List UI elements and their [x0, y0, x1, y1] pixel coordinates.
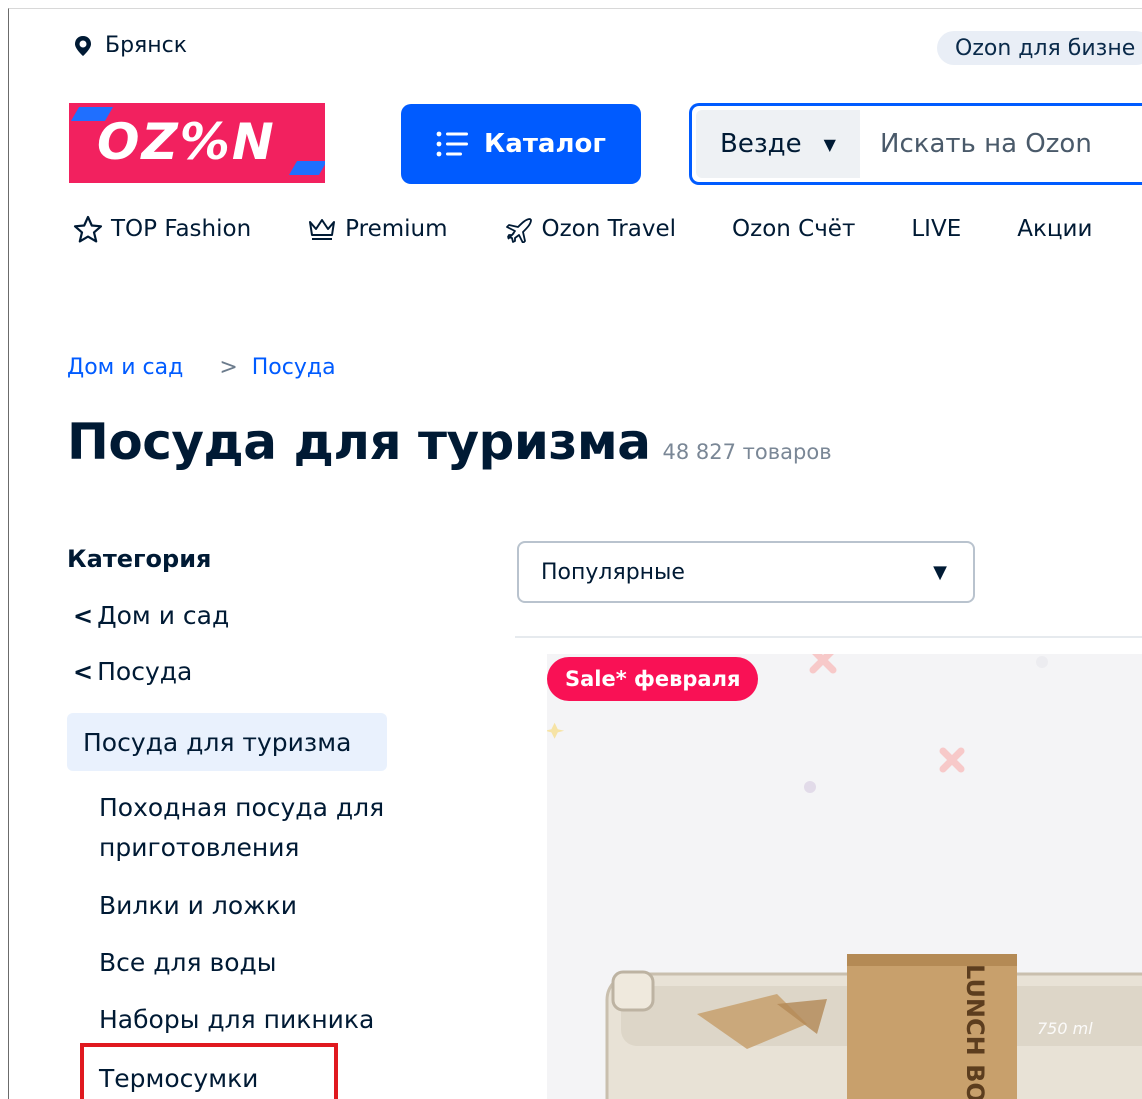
catalog-label: Каталог	[484, 129, 606, 159]
chevron-left-icon: <	[73, 601, 94, 630]
subcategory-water[interactable]: Все для воды	[99, 943, 277, 983]
nav-item-ozon-account[interactable]: Ozon Счёт	[732, 216, 855, 242]
search-scope-select[interactable]: Везде ▼	[696, 110, 860, 178]
lunch-box: LUNCH BOX 750 ml	[605, 954, 1142, 1099]
breadcrumb-dishes[interactable]: Посуда	[252, 355, 336, 380]
sort-selected-label: Популярные	[541, 559, 685, 585]
subcategory-cooking-gear[interactable]: Походная посуда для приготовления	[99, 788, 419, 868]
top-nav: TOP Fashion Premium Ozon Travel Ozon Счё…	[73, 215, 1142, 243]
search-bar: Везде ▼	[689, 103, 1142, 185]
search-input[interactable]	[860, 106, 1142, 182]
plane-icon	[505, 218, 532, 243]
subcategory-forks-spoons[interactable]: Вилки и ложки	[99, 886, 297, 926]
city-selector[interactable]: Брянск	[73, 33, 187, 58]
divider	[515, 636, 1142, 638]
nav-item-ozon-travel[interactable]: Ozon Travel	[504, 215, 676, 243]
crown-icon	[309, 219, 336, 240]
catalog-button[interactable]: Каталог	[401, 104, 641, 184]
search-scope-label: Везде	[720, 129, 802, 159]
chevron-right-icon: >	[219, 355, 238, 380]
product-count: 48 827 товаров	[662, 440, 832, 464]
active-category[interactable]: Посуда для туризма	[67, 713, 387, 771]
chevron-down-icon: ▼	[933, 561, 947, 583]
chevron-left-icon: <	[73, 657, 94, 686]
nav-item-live[interactable]: LIVE	[911, 216, 961, 242]
ozon-logo[interactable]: OZ%N	[69, 103, 325, 183]
breadcrumb-home-garden[interactable]: Дом и сад	[67, 355, 183, 380]
menu-list-icon	[436, 131, 469, 157]
product-photo: LUNCH BOX 750 ml	[547, 654, 1142, 1099]
sale-badge: Sale* февраля	[547, 657, 759, 701]
page-title-row: Посуда для туризма 48 827 товаров	[67, 413, 832, 471]
page-title: Посуда для туризма	[67, 413, 651, 471]
ozon-business-link[interactable]: Ozon для бизне	[937, 31, 1142, 65]
city-name: Брянск	[105, 33, 188, 58]
chevron-down-icon: ▼	[823, 134, 836, 154]
nav-item-premium[interactable]: Premium	[307, 216, 448, 242]
volume-label: 750 ml	[1037, 1019, 1093, 1038]
sort-select[interactable]: Популярные ▼	[517, 541, 975, 603]
star-icon	[73, 215, 103, 243]
nav-item-top-fashion[interactable]: TOP Fashion	[73, 215, 251, 243]
subcategory-picnic-sets[interactable]: Наборы для пикника	[99, 1000, 374, 1040]
browser-viewport: Брянск Ozon для бизне OZ%N Каталог Везде…	[8, 8, 1142, 1099]
product-image[interactable]: LUNCH BOX 750 ml	[547, 654, 1142, 1099]
nav-item-promotions[interactable]: Акции	[1017, 216, 1092, 242]
category-heading: Категория	[67, 545, 212, 573]
lunch-box-label: LUNCH BOX	[961, 964, 989, 1099]
location-pin-icon	[75, 35, 91, 56]
highlight-annotation	[80, 1043, 338, 1099]
logo-text: OZ%N	[97, 113, 276, 171]
category-back-dishes[interactable]: < Посуда	[73, 657, 192, 686]
category-back-home-garden[interactable]: < Дом и сад	[73, 601, 229, 630]
breadcrumb: Дом и сад > Посуда	[67, 355, 336, 380]
